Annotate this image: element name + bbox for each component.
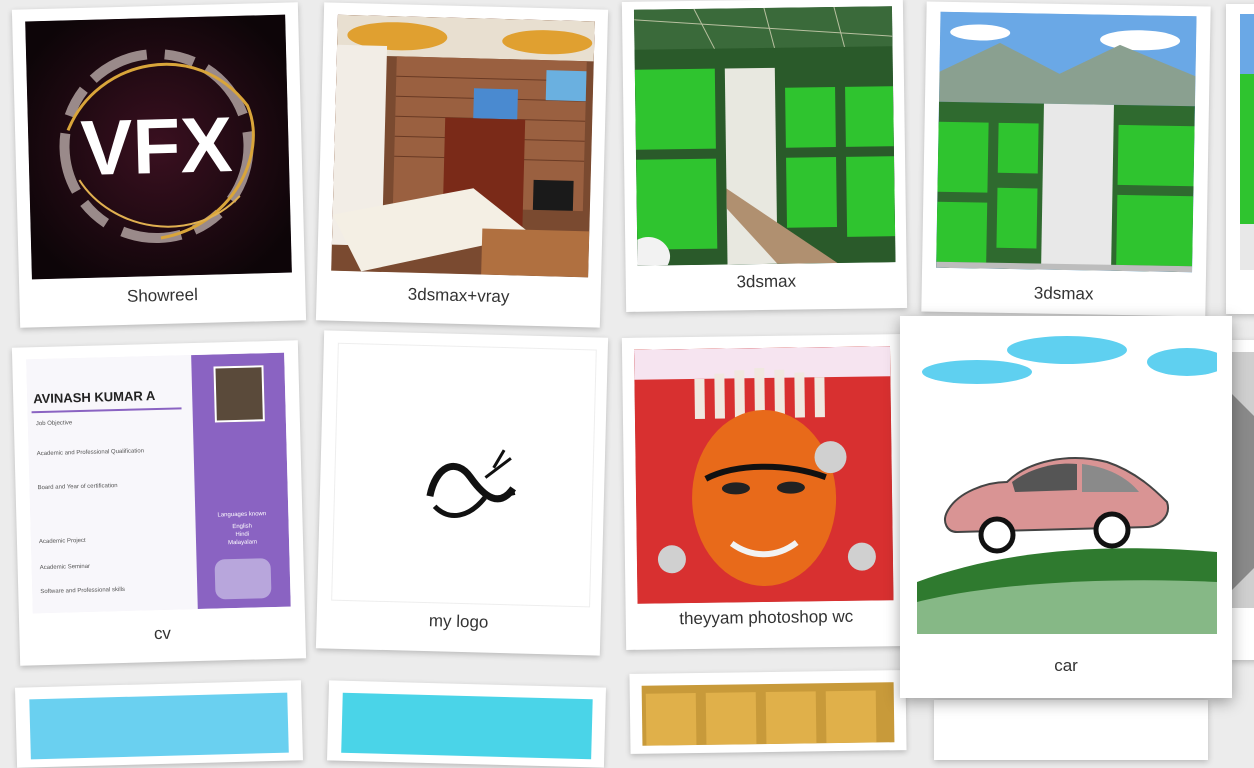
row3-thumbnail-2: [341, 692, 593, 760]
gallery-item-bedroom[interactable]: 3dsmax+vray: [315, 2, 609, 328]
gallery-item-my-logo[interactable]: my logo: [315, 330, 609, 656]
building-thumbnail-2: [936, 11, 1197, 273]
caption-car: car: [1054, 656, 1078, 675]
vfx-text: VFX: [80, 100, 234, 192]
gallery-item-cv[interactable]: AVINASH KUMAR A Job Objective Academic a…: [11, 340, 307, 666]
caption-showreel: Showreel: [126, 285, 199, 306]
cv-section-2: Board and Year of certification: [37, 483, 118, 492]
caption-cv: cv: [153, 623, 172, 644]
gallery-item-car[interactable]: car: [900, 316, 1232, 698]
caption-theyyam: theyyam photoshop wc: [679, 606, 854, 629]
cv-section-3: Academic Project: [38, 537, 86, 546]
cv-name: AVINASH KUMAR A: [33, 388, 156, 407]
showreel-thumbnail: VFX: [25, 14, 292, 280]
avatar: [213, 365, 265, 423]
gallery-item-row3-1[interactable]: [15, 680, 303, 768]
caption-3dsmax-2: 3dsmax: [1033, 283, 1094, 304]
row3-thumbnail-1: [29, 692, 289, 760]
cv-section-1: Academic and Professional Qualification: [36, 448, 145, 458]
cv-language-1: Hindi: [235, 531, 250, 539]
cv-section-0: Job Objective: [35, 420, 73, 428]
building-thumbnail-1: [633, 6, 896, 266]
skills-chart: [214, 558, 272, 600]
caption-my-logo: my logo: [428, 611, 489, 632]
theyyam-thumbnail: [634, 346, 894, 604]
my-logo-thumbnail: [331, 342, 597, 608]
gallery-item-row3-4[interactable]: [934, 700, 1208, 760]
gallery-item-theyyam[interactable]: theyyam photoshop wc: [621, 334, 908, 650]
car-thumbnail: [917, 332, 1217, 634]
partial-thumbnail-r1: [1240, 14, 1254, 270]
cv-thumbnail: AVINASH KUMAR A Job Objective Academic a…: [26, 352, 291, 614]
partial-thumbnail-r2: [1230, 352, 1254, 608]
gallery-item-partial-r1[interactable]: [1226, 4, 1254, 314]
cv-language-0: English: [232, 523, 253, 531]
gallery-item-3dsmax-1[interactable]: 3dsmax: [621, 0, 908, 312]
cv-language-2: Malayalam: [227, 539, 258, 547]
gallery-item-row3-2[interactable]: [327, 680, 606, 768]
cv-section-4: Academic Seminar: [39, 563, 91, 572]
caption-3dsmax-vray: 3dsmax+vray: [407, 284, 510, 307]
cv-section-5: Software and Professional skills: [40, 586, 126, 596]
gallery-item-partial-r2[interactable]: [1230, 340, 1254, 660]
gallery-item-3dsmax-2[interactable]: 3dsmax: [921, 1, 1211, 317]
gallery-item-showreel[interactable]: VFX Showreel: [11, 2, 307, 328]
bedroom-thumbnail: [331, 14, 595, 278]
caption-3dsmax-1: 3dsmax: [736, 271, 797, 292]
gallery-item-row3-3[interactable]: [629, 670, 907, 754]
cv-languages-heading: Languages known: [217, 511, 267, 519]
